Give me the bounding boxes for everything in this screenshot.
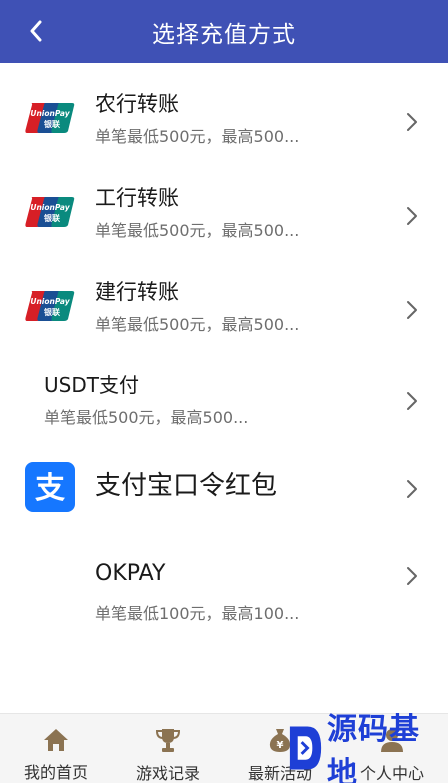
method-name: USDT支付 bbox=[44, 373, 139, 397]
payment-method-icbc[interactable]: 工行转账 单笔最低500元，最高500... bbox=[0, 157, 448, 251]
page-title: 选择充值方式 bbox=[152, 21, 296, 48]
back-button[interactable] bbox=[22, 16, 50, 46]
method-limit: 单笔最低500元，最高500... bbox=[44, 408, 249, 427]
method-limit: 单笔最低500元，最高500... bbox=[95, 127, 300, 146]
chevron-right-icon bbox=[406, 391, 418, 411]
tab-label: 我的首页 bbox=[23, 763, 88, 782]
method-name: 工行转账 bbox=[95, 186, 179, 210]
payment-method-list: 农行转账 单笔最低500元，最高500... 工行转账 单笔最低500元，最高5… bbox=[0, 63, 448, 645]
method-limit: 单笔最低500元，最高500... bbox=[95, 315, 300, 334]
payment-method-alipay[interactable]: 支 支付宝口令红包 bbox=[0, 439, 448, 535]
method-name: OKPAY bbox=[95, 561, 166, 586]
tab-home[interactable]: 我的首页 bbox=[0, 714, 112, 783]
chevron-right-icon bbox=[406, 206, 418, 226]
method-name: 支付宝口令红包 bbox=[95, 471, 278, 501]
tab-label: 个人中心 bbox=[359, 764, 424, 783]
unionpay-icon bbox=[25, 101, 75, 135]
svg-text:支: 支 bbox=[35, 471, 65, 505]
method-limit: 单笔最低100元，最高100... bbox=[95, 604, 300, 623]
chevron-right-icon bbox=[406, 566, 418, 586]
method-limit: 单笔最低500元，最高500... bbox=[95, 221, 300, 240]
bottom-tab-bar: 我的首页 游戏记录 ¥ 最新活动 个人中心 bbox=[0, 713, 448, 783]
chevron-right-icon bbox=[406, 479, 418, 499]
tab-label: 最新活动 bbox=[247, 764, 312, 783]
svg-text:¥: ¥ bbox=[277, 740, 284, 751]
payment-method-ccb[interactable]: 建行转账 单笔最低500元，最高500... bbox=[0, 251, 448, 345]
tab-game-records[interactable]: 游戏记录 bbox=[112, 714, 224, 783]
alipay-icon: 支 bbox=[25, 462, 75, 512]
method-name: 农行转账 bbox=[95, 92, 179, 116]
unionpay-icon bbox=[25, 195, 75, 229]
money-bag-icon: ¥ bbox=[265, 726, 295, 754]
user-icon bbox=[377, 726, 407, 754]
unionpay-icon bbox=[25, 289, 75, 323]
payment-method-usdt[interactable]: USDT支付 单笔最低500元，最高500... bbox=[0, 345, 448, 439]
chevron-left-icon bbox=[30, 20, 42, 42]
tab-profile[interactable]: 个人中心 bbox=[336, 714, 448, 783]
method-name: 建行转账 bbox=[95, 280, 179, 304]
app-header: 选择充值方式 bbox=[0, 0, 448, 63]
payment-method-okpay[interactable]: OKPAY 单笔最低100元，最高100... bbox=[0, 535, 448, 645]
home-icon bbox=[41, 726, 71, 753]
chevron-right-icon bbox=[406, 300, 418, 320]
tab-activities[interactable]: ¥ 最新活动 bbox=[224, 714, 336, 783]
payment-method-abc[interactable]: 农行转账 单笔最低500元，最高500... bbox=[0, 63, 448, 157]
trophy-icon bbox=[153, 726, 183, 754]
chevron-right-icon bbox=[406, 112, 418, 132]
tab-label: 游戏记录 bbox=[135, 764, 200, 783]
